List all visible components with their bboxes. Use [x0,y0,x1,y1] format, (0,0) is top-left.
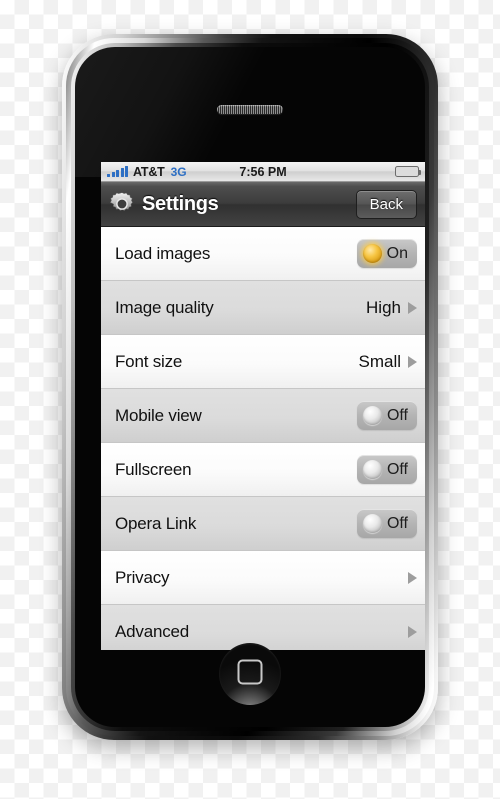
settings-row-label: Image quality [115,297,214,317]
settings-row-label: Fullscreen [115,459,192,479]
toggle-state-label: Off [386,460,408,478]
settings-row-control[interactable]: Off [356,401,417,430]
phone-device: AT&T 3G 7:56 PM Settings Back Load image… [62,34,438,740]
toggle-state-label: Off [386,514,408,532]
signal-bars-icon [107,166,128,177]
settings-row-control[interactable] [408,571,417,584]
network-type-label: 3G [170,164,187,179]
carrier-label: AT&T [133,164,165,179]
settings-list: Load images On Image quality High Font size S… [101,227,425,650]
toggle-knob-icon [362,514,382,533]
settings-row-label: Font size [115,351,183,371]
toggle-knob-icon [362,406,382,425]
chevron-right-icon [408,301,417,314]
toggle-switch[interactable]: Off [356,509,417,538]
settings-row-value: High [366,297,401,317]
earpiece-speaker-icon [217,105,283,114]
toggle-knob-icon [362,460,382,479]
settings-row-label: Opera Link [115,513,197,533]
back-button[interactable]: Back [355,189,417,219]
settings-row-fullscreen[interactable]: Fullscreen Off [101,443,425,497]
settings-row-image-quality[interactable]: Image quality High [101,281,425,335]
settings-row-load-images[interactable]: Load images On [101,227,425,281]
phone-screen: AT&T 3G 7:56 PM Settings Back Load image… [101,162,425,650]
chevron-right-icon [408,625,417,638]
chevron-right-icon [408,355,417,368]
phone-front-face: AT&T 3G 7:56 PM Settings Back Load image… [75,47,425,727]
settings-row-control[interactable] [408,625,417,638]
home-button[interactable] [219,643,281,705]
toggle-switch[interactable]: Off [356,455,417,484]
settings-row-privacy[interactable]: Privacy [101,551,425,605]
toggle-state-label: Off [386,406,408,424]
home-button-square-icon [237,659,263,685]
page-title: Settings [142,192,219,215]
settings-row-control[interactable]: High [366,298,417,318]
settings-row-label: Privacy [115,567,170,587]
gear-icon [109,191,135,217]
settings-row-label: Advanced [115,621,190,641]
settings-row-font-size[interactable]: Font size Small [101,335,425,389]
settings-row-control[interactable]: On [356,239,417,268]
canvas: AT&T 3G 7:56 PM Settings Back Load image… [0,0,500,799]
status-bar: AT&T 3G 7:56 PM [101,162,425,182]
settings-row-control[interactable]: Off [356,455,417,484]
toggle-switch[interactable]: On [356,239,417,268]
settings-row-opera-link[interactable]: Opera Link Off [101,497,425,551]
settings-row-label: Load images [115,243,211,263]
settings-row-value: Small [358,351,401,371]
settings-row-advanced[interactable]: Advanced [101,605,425,650]
settings-row-label: Mobile view [115,405,202,425]
toggle-switch[interactable]: Off [356,401,417,430]
settings-row-mobile-view[interactable]: Mobile view Off [101,389,425,443]
toggle-state-label: On [386,244,408,262]
battery-icon [395,166,421,177]
nav-bar: Settings Back [101,182,425,227]
settings-row-control[interactable]: Small [358,352,417,372]
settings-row-control[interactable]: Off [356,509,417,538]
chevron-right-icon [408,571,417,584]
toggle-knob-icon [362,244,382,263]
